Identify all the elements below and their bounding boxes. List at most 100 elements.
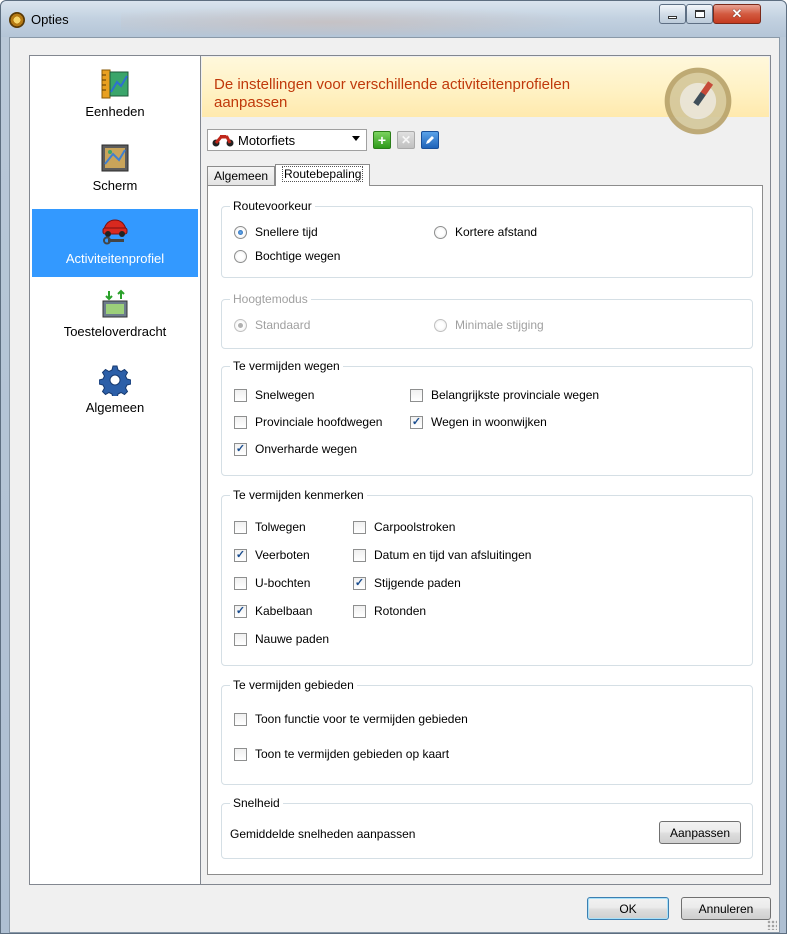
option-label: Kabelbaan — [255, 604, 313, 618]
checkbox-u-bochten[interactable]: U-bochten — [234, 576, 310, 590]
checkbox-indicator[interactable] — [353, 604, 366, 618]
routebepaling-tab-content: Routevoorkeur Snellere tijd Kortere afst… — [207, 185, 763, 875]
screen-map-icon — [99, 142, 131, 174]
edit-profile-button[interactable] — [421, 131, 439, 149]
checkbox-indicator[interactable] — [234, 520, 247, 534]
snelheid-description: Gemiddelde snelheden aanpassen — [230, 827, 416, 841]
checkbox-belangrijkste-provinciale-wegen[interactable]: Belangrijkste provinciale wegen — [410, 388, 599, 402]
group-title: Te vermijden gebieden — [230, 678, 357, 692]
option-label: Provinciale hoofdwegen — [255, 415, 383, 429]
tab-routebepaling[interactable]: Routebepaling — [275, 164, 371, 186]
checkbox-toon-gebieden-op-kaart[interactable]: Toon te vermijden gebieden op kaart — [234, 747, 449, 761]
group-title: Te vermijden wegen — [230, 359, 343, 373]
chevron-down-icon — [352, 136, 360, 141]
option-label: Datum en tijd van afsluitingen — [374, 548, 532, 562]
title-ornament — [121, 3, 641, 35]
option-label: Carpoolstroken — [374, 520, 456, 534]
checkbox-indicator[interactable] — [234, 747, 247, 761]
sidebar-item-algemeen[interactable]: Algemeen — [32, 358, 198, 426]
checkbox-provinciale-hoofdwegen[interactable]: Provinciale hoofdwegen — [234, 415, 382, 429]
radio-indicator — [434, 318, 447, 332]
option-label: Belangrijkste provinciale wegen — [431, 388, 600, 402]
dialog-client-area: Eenheden Scherm Activiteitenprofiel Toes… — [9, 37, 780, 933]
window-title: Opties — [31, 12, 69, 27]
ruler-map-icon — [99, 68, 131, 100]
checkbox-veerboten[interactable]: ✓ Veerboten — [234, 548, 310, 562]
profile-select[interactable]: Motorfiets — [207, 129, 367, 151]
group-title: Hoogtemodus — [230, 292, 311, 306]
checkbox-nauwe-paden[interactable]: Nauwe paden — [234, 632, 329, 646]
tab-label: Routebepaling — [282, 166, 364, 182]
delete-profile-button[interactable]: ✕ — [397, 131, 415, 149]
sidebar-item-eenheden[interactable]: Eenheden — [32, 62, 198, 130]
checkbox-tolwegen[interactable]: Tolwegen — [234, 520, 306, 534]
checkbox-snelwegen[interactable]: Snelwegen — [234, 388, 314, 402]
radio-bochtige-wegen[interactable]: Bochtige wegen — [234, 249, 340, 263]
option-label: Stijgende paden — [374, 576, 461, 590]
radio-indicator[interactable] — [434, 225, 447, 239]
settings-panel: De instellingen voor verschillende activ… — [200, 55, 771, 885]
checkbox-indicator[interactable] — [234, 576, 247, 590]
checkbox-indicator[interactable] — [410, 388, 423, 402]
checkbox-indicator[interactable]: ✓ — [234, 604, 247, 618]
pencil-icon — [426, 136, 434, 144]
plus-icon: + — [377, 132, 387, 148]
checkbox-wegen-in-woonwijken[interactable]: ✓ Wegen in woonwijken — [410, 415, 547, 429]
option-label: Nauwe paden — [255, 632, 330, 646]
sidebar-item-label: Scherm — [92, 178, 138, 193]
group-te-vermijden-gebieden: Te vermijden gebieden Toon functie voor … — [221, 678, 753, 785]
close-icon: ✕ — [731, 6, 743, 21]
sidebar-item-toesteloverdracht[interactable]: Toesteloverdracht — [32, 282, 198, 350]
resize-grip[interactable] — [767, 920, 777, 930]
checkbox-indicator[interactable] — [234, 712, 247, 726]
checkbox-rotonden[interactable]: Rotonden — [353, 604, 426, 618]
sidebar-item-activiteitenprofiel[interactable]: Activiteitenprofiel — [32, 209, 198, 277]
car-wrench-icon — [99, 215, 131, 247]
aanpassen-button[interactable]: Aanpassen — [659, 821, 741, 844]
radio-snellere-tijd[interactable]: Snellere tijd — [234, 225, 318, 239]
checkbox-toon-functie-vermijden-gebieden[interactable]: Toon functie voor te vermijden gebieden — [234, 712, 468, 726]
checkbox-indicator[interactable] — [353, 520, 366, 534]
checkbox-indicator[interactable]: ✓ — [353, 576, 366, 590]
checkbox-stijgende-paden[interactable]: ✓ Stijgende paden — [353, 576, 461, 590]
option-label: U-bochten — [255, 576, 311, 590]
radio-kortere-afstand[interactable]: Kortere afstand — [434, 225, 537, 239]
checkbox-indicator[interactable]: ✓ — [234, 548, 247, 562]
option-label: Wegen in woonwijken — [431, 415, 547, 429]
close-button[interactable]: ✕ — [713, 4, 761, 24]
sidebar-item-scherm[interactable]: Scherm — [32, 136, 198, 204]
option-label: Rotonden — [374, 604, 427, 618]
checkbox-datum-en-tijd-van-afsluitingen[interactable]: Datum en tijd van afsluitingen — [353, 548, 531, 562]
checkbox-indicator[interactable] — [234, 632, 247, 646]
maximize-icon — [694, 10, 705, 18]
compass-needle — [693, 81, 714, 106]
title-bar[interactable]: Opties ✕ — [1, 1, 786, 37]
option-label: Bochtige wegen — [255, 249, 341, 263]
motorcycle-icon — [212, 133, 234, 147]
group-title: Routevoorkeur — [230, 199, 315, 213]
checkbox-indicator[interactable] — [234, 415, 247, 429]
group-routevoorkeur: Routevoorkeur Snellere tijd Kortere afst… — [221, 199, 753, 278]
checkbox-carpoolstroken[interactable]: Carpoolstroken — [353, 520, 455, 534]
tab-strip: Algemeen Routebepaling — [207, 164, 371, 186]
checkbox-indicator[interactable]: ✓ — [234, 442, 247, 456]
add-profile-button[interactable]: + — [373, 131, 391, 149]
tab-algemeen[interactable]: Algemeen — [207, 166, 276, 186]
radio-indicator[interactable] — [234, 249, 247, 263]
delete-icon: ✕ — [400, 133, 412, 147]
checkbox-onverharde-wegen[interactable]: ✓ Onverharde wegen — [234, 442, 357, 456]
option-label: Kortere afstand — [455, 225, 538, 239]
radio-indicator[interactable] — [234, 225, 247, 239]
checkbox-indicator[interactable]: ✓ — [410, 415, 423, 429]
checkbox-indicator[interactable] — [234, 388, 247, 402]
maximize-button[interactable] — [686, 4, 713, 24]
ok-button[interactable]: OK — [587, 897, 669, 920]
cancel-button[interactable]: Annuleren — [681, 897, 771, 920]
minimize-button[interactable] — [659, 4, 686, 24]
checkbox-kabelbaan[interactable]: ✓ Kabelbaan — [234, 604, 312, 618]
sidebar-item-label: Activiteitenprofiel — [65, 251, 165, 266]
app-icon — [9, 12, 25, 28]
profile-toolbar: Motorfiets + ✕ — [207, 129, 439, 151]
banner-title: De instellingen voor verschillende activ… — [214, 76, 571, 111]
checkbox-indicator[interactable] — [353, 548, 366, 562]
